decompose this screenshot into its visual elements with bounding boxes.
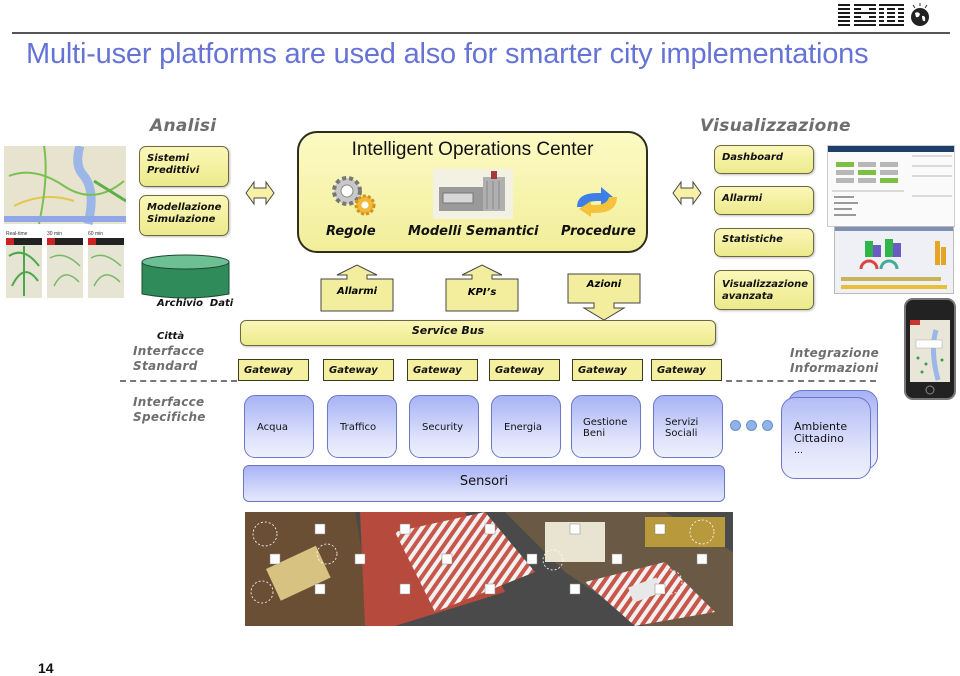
svg-text:30 min: 30 min xyxy=(47,231,62,237)
gateway-box: Gateway xyxy=(323,359,394,381)
section-heading-analisi: Analisi xyxy=(150,116,217,136)
archive-line: Città xyxy=(157,331,185,342)
ambiente-label-line: … xyxy=(794,446,803,456)
sistemi-predittivi-box: Sistemi Predittivi xyxy=(139,146,229,187)
gateway-box: Gateway xyxy=(651,359,722,381)
domain-box-servizi-sociali: Servizi Sociali xyxy=(653,395,723,458)
domain-label: Security xyxy=(422,422,464,433)
label-line: Standard xyxy=(133,359,198,373)
box-line: Predittivi xyxy=(147,165,200,176)
ioc-component-label: Modelli Semantici xyxy=(408,224,539,239)
header-divider xyxy=(12,32,950,34)
bidirectional-arrow-right-icon xyxy=(672,180,702,206)
gateway-box: Gateway xyxy=(489,359,560,381)
archivio-dati-citta-cylinder: Archivio Dati Città xyxy=(141,254,233,342)
traffic-map-screenshots: Real-time 30 min 60 min xyxy=(4,146,126,298)
gateway-box: Gateway xyxy=(572,359,643,381)
service-bus-label: Service Bus xyxy=(411,324,485,337)
integrazione-informazioni-label: Integrazione Informazioni xyxy=(790,346,879,376)
domain-box-acqua: Acqua xyxy=(244,395,314,458)
label-line: Informazioni xyxy=(790,361,879,375)
svg-text:Real-time: Real-time xyxy=(6,231,28,237)
azioni-down-arrow: Azioni xyxy=(567,273,641,321)
box-line: avanzata xyxy=(722,291,774,302)
sensori-label: Sensori xyxy=(459,474,509,489)
dashed-divider-left xyxy=(120,380,237,382)
domain-label: Acqua xyxy=(257,422,288,433)
dashboard-box: Dashboard xyxy=(714,145,814,174)
section-heading-visualizzazione: Visualizzazione xyxy=(700,116,851,136)
domain-label-line: Servizi xyxy=(665,417,699,428)
domain-label-line: Gestione xyxy=(583,417,628,428)
sensori-bar: Sensori xyxy=(243,465,725,502)
archive-line: Archivio Dati xyxy=(157,298,234,309)
ambiente-cittadino-box: Ambiente Cittadino … xyxy=(781,397,871,479)
statistiche-box: Statistiche xyxy=(714,228,814,257)
page-title: Multi-user platforms are used also for s… xyxy=(26,38,869,70)
domain-box-energia: Energia xyxy=(491,395,561,458)
box-line: Simulazione xyxy=(147,214,216,225)
dashed-divider-right xyxy=(726,380,876,382)
ambiente-label-line: Cittadino xyxy=(794,432,844,445)
smartphone-map-app xyxy=(904,298,956,400)
interfacce-specifiche-label: Interfacce Specifiche xyxy=(133,395,206,425)
ibm-logo xyxy=(838,2,904,28)
domain-label: Gestione Beni xyxy=(583,417,627,439)
flow-label: Allarmi xyxy=(336,286,378,297)
gears-icon xyxy=(332,176,376,216)
dashboard-screenshot xyxy=(827,145,955,227)
domain-box-gestione-beni: Gestione Beni xyxy=(571,395,641,458)
kpis-up-arrow: KPI’s xyxy=(445,264,519,312)
gateway-box: Gateway xyxy=(238,359,309,381)
domain-label: Traffico xyxy=(340,422,377,433)
ambiente-label: Ambiente Cittadino … xyxy=(794,421,847,457)
allarmi-up-arrow: Allarmi xyxy=(320,264,394,312)
allarmi-box: Allarmi xyxy=(714,186,814,215)
domain-label-line: Beni xyxy=(583,428,606,439)
modellazione-simulazione-box: Modellazione Simulazione xyxy=(139,195,229,236)
ellipsis-dot xyxy=(730,420,741,431)
box-line: Allarmi xyxy=(722,193,763,204)
cycle-arrows-icon xyxy=(577,187,617,217)
ellipsis-dot xyxy=(746,420,757,431)
flow-label: KPI’s xyxy=(467,287,497,298)
label-line: Interfacce xyxy=(133,344,205,358)
svg-text:60 min: 60 min xyxy=(88,231,103,237)
box-line: Modellazione xyxy=(147,202,222,213)
building-icon xyxy=(433,169,513,219)
service-bus: Service Bus xyxy=(240,320,716,346)
label-line: Interfacce xyxy=(133,395,205,409)
intelligent-operations-center: Intelligent Operations Center Regole Mod… xyxy=(297,131,648,253)
interfacce-standard-label: Interfacce Standard xyxy=(133,344,204,374)
domain-box-security: Security xyxy=(409,395,479,458)
box-line: Visualizzazione xyxy=(722,279,809,290)
domain-label: Servizi Sociali xyxy=(665,417,698,439)
domain-label-line: Sociali xyxy=(665,428,698,439)
domain-box-traffico: Traffico xyxy=(327,395,397,458)
smarter-planet-globe-icon xyxy=(911,3,929,26)
flow-label: Azioni xyxy=(586,279,622,290)
ioc-component-label: Procedure xyxy=(561,224,636,239)
bidirectional-arrow-left-icon xyxy=(245,180,275,206)
box-line: Statistiche xyxy=(722,234,783,245)
label-line: Integrazione xyxy=(790,346,880,360)
domain-label: Energia xyxy=(504,422,542,433)
box-line: Sistemi xyxy=(147,153,189,164)
gateway-box: Gateway xyxy=(407,359,478,381)
ellipsis-dot xyxy=(762,420,773,431)
city-intersection-sensors-photo xyxy=(245,512,733,626)
visualizzazione-avanzata-box: Visualizzazione avanzata xyxy=(714,270,814,310)
box-line: Dashboard xyxy=(722,152,783,163)
ioc-component-label: Regole xyxy=(326,224,376,239)
statistics-screenshot xyxy=(834,226,954,294)
ioc-title: Intelligent Operations Center xyxy=(351,139,594,160)
label-line: Specifiche xyxy=(133,410,206,424)
